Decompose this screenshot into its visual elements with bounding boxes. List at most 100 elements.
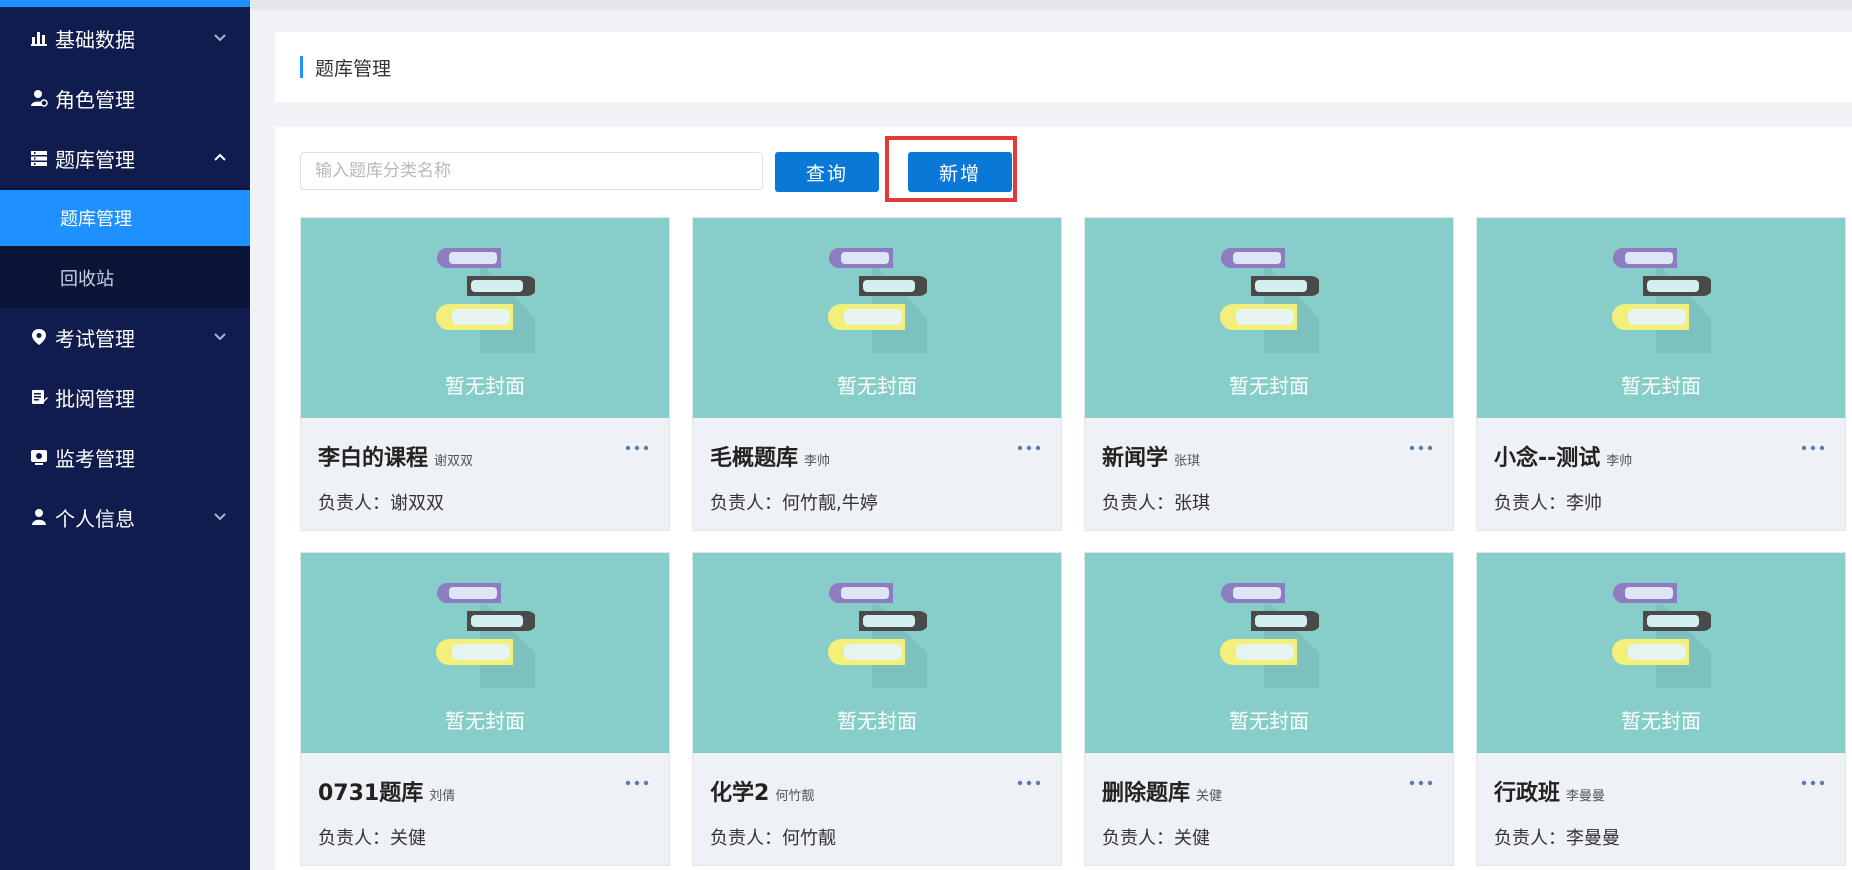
sidebar-item-label: 基础数据 <box>55 27 135 52</box>
card-cover[interactable]: 暂无封面 <box>1477 553 1845 753</box>
question-bank-card[interactable]: 暂无封面 毛概题库 李帅 负责人：何竹靓,牛婷 <box>692 217 1062 531</box>
chevron-up-icon <box>214 153 226 161</box>
person-icon <box>30 508 48 526</box>
card-cover[interactable]: 暂无封面 <box>1477 218 1845 418</box>
charge-label: 负责人： <box>1102 828 1174 849</box>
add-button[interactable]: 新增 <box>908 152 1012 192</box>
sidebar-item-basic-data[interactable]: 基础数据 <box>0 8 250 68</box>
card-title-text: 删除题库 <box>1102 781 1191 806</box>
charge-value: 张琪 <box>1174 493 1210 514</box>
chevron-down-icon <box>214 513 226 521</box>
submenu-item-recycle-bin[interactable]: 回收站 <box>0 250 250 306</box>
sidebar-item-label: 批阅管理 <box>55 386 135 411</box>
books-icon <box>1612 248 1711 353</box>
charge-label: 负责人： <box>1494 493 1566 514</box>
chevron-down-icon <box>214 34 226 42</box>
no-cover-text: 暂无封面 <box>837 709 917 733</box>
card-title[interactable]: 0731题库 刘倩 <box>318 775 455 807</box>
card-charge: 负责人：何竹靓,牛婷 <box>710 489 878 515</box>
more-options-icon[interactable] <box>1407 438 1435 458</box>
question-bank-card[interactable]: 暂无封面 删除题库 关健 负责人：关健 <box>1084 552 1454 866</box>
books-icon <box>828 583 927 688</box>
card-title[interactable]: 删除题库 关健 <box>1102 775 1222 807</box>
question-bank-card[interactable]: 暂无封面 李白的课程 谢双双 负责人： 谢双双 <box>300 217 670 531</box>
card-title-text: 行政班 <box>1494 781 1561 806</box>
list-icon <box>30 149 48 167</box>
books-icon <box>1612 583 1711 688</box>
submenu-item-label: 回收站 <box>60 269 114 290</box>
card-title-text: 新闻学 <box>1102 446 1169 471</box>
card-title-text: 化学2 <box>710 781 770 806</box>
more-options-icon[interactable] <box>1799 438 1827 458</box>
sidebar-item-exam-management[interactable]: 考试管理 <box>0 307 250 367</box>
question-bank-card[interactable]: 暂无封面 化学2 何竹靓 负责人：何竹靓 <box>692 552 1062 866</box>
card-cover[interactable]: 暂无封面 <box>1085 218 1453 418</box>
breadcrumb: 题库管理 <box>275 32 1852 102</box>
no-cover-text: 暂无封面 <box>1621 709 1701 733</box>
question-bank-card[interactable]: 暂无封面 行政班 李曼曼 负责人：李曼曼 <box>1476 552 1846 866</box>
sidebar-item-role-management[interactable]: 角色管理 <box>0 68 250 128</box>
sidebar-item-label: 题库管理 <box>55 147 135 172</box>
charge-value: 关健 <box>1174 828 1210 849</box>
card-title[interactable]: 行政班 李曼曼 <box>1494 775 1605 807</box>
books-icon <box>436 248 535 353</box>
query-button[interactable]: 查询 <box>775 152 879 192</box>
card-title-text: 小念--测试 <box>1494 446 1601 471</box>
books-icon <box>828 248 927 353</box>
card-cover[interactable]: 暂无封面 <box>301 218 669 418</box>
books-icon <box>1220 248 1319 353</box>
question-bank-card[interactable]: 暂无封面 新闻学 张琪 负责人：张琪 <box>1084 217 1454 531</box>
sidebar-item-proctor-management[interactable]: 监考管理 <box>0 427 250 487</box>
charge-label: 负责人： <box>1494 828 1566 849</box>
card-title[interactable]: 新闻学 张琪 <box>1102 440 1200 472</box>
card-owner: 何竹靓 <box>775 789 815 804</box>
charge-value: 李曼曼 <box>1566 828 1620 849</box>
sidebar-item-review-management[interactable]: 批阅管理 <box>0 367 250 427</box>
card-owner: 李曼曼 <box>1566 789 1606 804</box>
more-options-icon[interactable] <box>1015 773 1043 793</box>
card-owner: 谢双双 <box>434 454 474 469</box>
card-cover[interactable]: 暂无封面 <box>693 553 1061 753</box>
question-bank-card[interactable]: 暂无封面 小念--测试 李帅 负责人：李帅 <box>1476 217 1846 531</box>
card-title-text: 0731题库 <box>318 781 424 806</box>
more-options-icon[interactable] <box>623 773 651 793</box>
top-header-strip <box>250 0 1852 7</box>
card-owner: 刘倩 <box>429 789 456 804</box>
bar-chart-icon <box>30 29 48 47</box>
charge-value: 关健 <box>390 828 426 849</box>
no-cover-text: 暂无封面 <box>1621 374 1701 398</box>
card-owner: 关健 <box>1196 789 1223 804</box>
more-options-icon[interactable] <box>1015 438 1043 458</box>
sidebar-item-label: 角色管理 <box>55 87 135 112</box>
charge-label: 负责人： <box>710 493 782 514</box>
more-options-icon[interactable] <box>623 438 651 458</box>
card-charge: 负责人：关健 <box>1102 824 1210 850</box>
card-title[interactable]: 化学2 何竹靓 <box>710 775 814 807</box>
sidebar-item-question-bank[interactable]: 题库管理 <box>0 128 250 188</box>
charge-label: 负责人： <box>318 493 390 514</box>
sidebar-item-personal-info[interactable]: 个人信息 <box>0 487 250 547</box>
submenu-item-question-bank[interactable]: 题库管理 <box>0 190 250 246</box>
books-icon <box>1220 583 1319 688</box>
card-title[interactable]: 小念--测试 李帅 <box>1494 440 1632 472</box>
location-pin-icon <box>30 328 48 346</box>
card-charge: 负责人：李帅 <box>1494 489 1602 515</box>
more-options-icon[interactable] <box>1799 773 1827 793</box>
edit-note-icon <box>30 388 48 406</box>
chevron-down-icon <box>214 333 226 341</box>
question-bank-card[interactable]: 暂无封面 0731题库 刘倩 负责人：关健 <box>300 552 670 866</box>
card-owner: 李帅 <box>804 454 831 469</box>
charge-label: 负责人： <box>1102 493 1174 514</box>
card-title[interactable]: 毛概题库 李帅 <box>710 440 830 472</box>
card-cover[interactable]: 暂无封面 <box>1085 553 1453 753</box>
card-cover[interactable]: 暂无封面 <box>301 553 669 753</box>
card-title[interactable]: 李白的课程 谢双双 <box>318 440 473 472</box>
sidebar-item-label: 监考管理 <box>55 446 135 471</box>
more-options-icon[interactable] <box>1407 773 1435 793</box>
charge-label: 负责人： <box>318 828 390 849</box>
title-accent-bar <box>300 56 303 78</box>
search-input[interactable] <box>300 152 763 190</box>
sidebar-item-label: 个人信息 <box>55 506 135 531</box>
card-cover[interactable]: 暂无封面 <box>693 218 1061 418</box>
charge-value: 何竹靓,牛婷 <box>782 493 878 514</box>
